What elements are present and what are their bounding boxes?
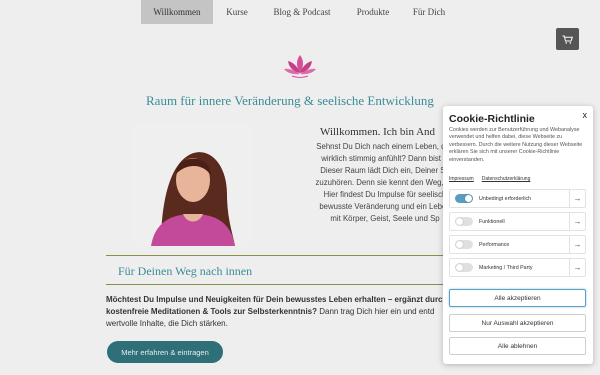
cookie-description: Cookies werden zur Benutzerführung und W… [449,127,583,163]
cart-icon [562,35,573,44]
section-rule [106,284,446,285]
impressum-link[interactable]: Impressum [449,176,474,182]
category-label: Performance [479,241,510,248]
category-label: Funktionell [479,218,505,225]
functional-toggle[interactable] [455,217,473,226]
portrait-image [131,124,253,246]
hero-tagline: Raum für innere Veränderung & seelische … [146,93,434,108]
category-label: Unbedingt erforderlich [479,195,532,202]
performance-toggle[interactable] [455,240,473,249]
nav-item-kurse[interactable]: Kurse [213,0,261,24]
arrow-right-icon[interactable]: → [569,213,585,230]
cookie-links: Impressum Datenschutzerklärung [449,176,530,182]
cookie-title: Cookie-Richtlinie [449,113,535,125]
close-icon[interactable]: x [583,110,588,120]
arrow-right-icon[interactable]: → [569,190,585,207]
accept-selection-button[interactable]: Nur Auswahl akzeptieren [449,314,586,332]
reject-all-button[interactable]: Alle ablehnen [449,337,586,355]
accept-all-button[interactable]: Alle akzeptieren [449,289,586,307]
cookie-panel: x Cookie-Richtlinie Cookies werden zur B… [443,106,593,364]
arrow-right-icon[interactable]: → [569,259,585,276]
nav-item-blog-podcast[interactable]: Blog & Podcast [261,0,343,24]
cookie-category-marketing[interactable]: Marketing / Third Party → [449,258,586,277]
nav-item-produkte[interactable]: Produkte [343,0,403,24]
privacy-link[interactable]: Datenschutzerklärung [482,176,531,182]
arrow-right-icon[interactable]: → [569,236,585,253]
newsletter-intro: Möchtest Du Impulse und Neuigkeiten für … [106,294,451,330]
section-title: Für Deinen Weg nach innen [118,264,253,278]
cookie-category-required[interactable]: Unbedingt erforderlich → [449,189,586,208]
section-divider [106,255,446,256]
main-nav: Willkommen Kurse Blog & Podcast Produkte… [141,0,455,24]
signup-cta-button[interactable]: Mehr erfahren & eintragen [107,341,223,363]
cookie-category-functional[interactable]: Funktionell → [449,212,586,231]
cookie-category-performance[interactable]: Performance → [449,235,586,254]
required-toggle[interactable] [455,194,473,203]
nav-item-fuer-dich[interactable]: Für Dich [403,0,455,24]
lotus-icon [284,55,316,78]
marketing-toggle[interactable] [455,263,473,272]
welcome-title: Willkommen. Ich bin And [320,126,436,138]
nav-item-willkommen[interactable]: Willkommen [141,0,213,24]
cart-button[interactable] [556,28,579,50]
category-label: Marketing / Third Party [479,264,533,271]
